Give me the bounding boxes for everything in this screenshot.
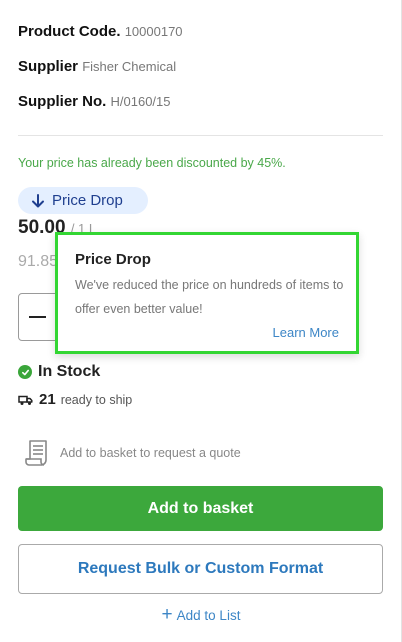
add-to-list-link[interactable]: + Add to List [0, 604, 402, 625]
ship-text: ready to ship [60, 392, 133, 407]
discount-note: Your price has already been discounted b… [18, 156, 286, 170]
old-price: 91.85 [18, 253, 59, 270]
supplier-no-row: Supplier No. H/0160/15 [18, 93, 171, 111]
product-code-value: 10000170 [124, 24, 183, 39]
divider [18, 135, 383, 136]
supplier-no-label: Supplier No. [18, 93, 107, 110]
price-drop-badge[interactable]: Price Drop [18, 187, 148, 214]
minus-icon [29, 316, 46, 318]
tooltip-body: We've reduced the price on hundreds of i… [75, 278, 344, 316]
quote-note: Add to basket to request a quote [24, 439, 241, 467]
tooltip-title: Price Drop [75, 251, 151, 268]
request-bulk-button[interactable]: Request Bulk or Custom Format [18, 544, 383, 594]
plus-icon: + [161, 604, 173, 625]
supplier-row: Supplier Fisher Chemical [18, 58, 176, 76]
product-code-row: Product Code. 10000170 [18, 23, 183, 41]
check-circle-icon [18, 365, 32, 379]
product-code-label: Product Code. [18, 23, 121, 40]
quote-note-text: Add to basket to request a quote [60, 446, 241, 460]
truck-icon [18, 395, 33, 405]
receipt-icon [25, 440, 47, 466]
supplier-label: Supplier [18, 58, 79, 75]
add-to-basket-button[interactable]: Add to basket [18, 486, 383, 531]
add-to-list-label: Add to List [176, 607, 241, 623]
ship-count: 21 [39, 391, 56, 408]
learn-more-link[interactable]: Learn More [273, 325, 339, 340]
supplier-value: Fisher Chemical [82, 59, 177, 74]
price-drop-tooltip: Price Drop We've reduced the price on hu… [55, 232, 359, 354]
ship-info: 21 ready to ship [18, 391, 132, 408]
stock-label: In Stock [38, 363, 101, 380]
arrow-down-icon [32, 193, 44, 207]
price-drop-label: Price Drop [52, 192, 123, 209]
stock-status: In Stock [18, 363, 100, 381]
supplier-no-value: H/0160/15 [110, 94, 171, 109]
